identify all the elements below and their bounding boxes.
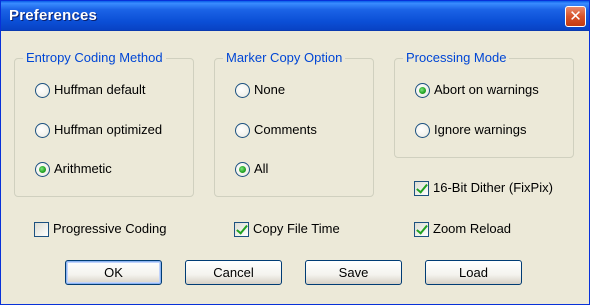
checkbox[interactable] — [414, 181, 429, 196]
checkbox-label: Copy File Time — [253, 221, 340, 236]
checkbox[interactable] — [34, 222, 49, 237]
radio-button[interactable] — [35, 83, 50, 98]
radio-label: Ignore warnings — [434, 122, 527, 137]
checkbox[interactable] — [414, 222, 429, 237]
load-button[interactable]: Load — [425, 260, 522, 285]
radio-button[interactable] — [415, 123, 430, 138]
close-button[interactable]: ✕ — [565, 6, 586, 27]
radio-button[interactable] — [235, 162, 250, 177]
radio-label: All — [254, 161, 269, 176]
marker-copy-group: Marker Copy Option None Comments All — [214, 50, 374, 197]
window-title: Preferences — [9, 7, 98, 24]
close-icon: ✕ — [569, 8, 582, 25]
radio-label: None — [254, 82, 286, 97]
radio-button[interactable] — [35, 123, 50, 138]
processing-mode-group: Processing Mode Abort on warnings Ignore… — [394, 50, 574, 158]
preferences-dialog: Preferences ✕ Entropy Coding Method Huff… — [0, 0, 590, 305]
checkbox[interactable] — [234, 222, 249, 237]
checkbox-label: 16-Bit Dither (FixPix) — [433, 180, 553, 195]
radio-button[interactable] — [35, 162, 50, 177]
marker-copy-legend: Marker Copy Option — [223, 50, 346, 65]
processing-mode-legend: Processing Mode — [403, 50, 510, 65]
radio-button[interactable] — [415, 83, 430, 98]
title-bar[interactable]: Preferences ✕ — [1, 1, 589, 31]
checkbox-label: Progressive Coding — [53, 221, 167, 236]
radio-button[interactable] — [235, 83, 250, 98]
checkbox-label: Zoom Reload — [433, 221, 512, 236]
ok-button[interactable]: OK — [65, 260, 162, 285]
radio-label: Abort on warnings — [434, 82, 539, 97]
radio-label: Comments — [254, 122, 317, 137]
radio-label: Arithmetic — [54, 161, 112, 176]
save-button[interactable]: Save — [305, 260, 402, 285]
radio-label: Huffman default — [54, 82, 146, 97]
radio-button[interactable] — [235, 123, 250, 138]
entropy-coding-group: Entropy Coding Method Huffman default Hu… — [14, 50, 194, 197]
entropy-coding-legend: Entropy Coding Method — [23, 50, 166, 65]
cancel-button[interactable]: Cancel — [185, 260, 282, 285]
radio-label: Huffman optimized — [54, 122, 163, 137]
